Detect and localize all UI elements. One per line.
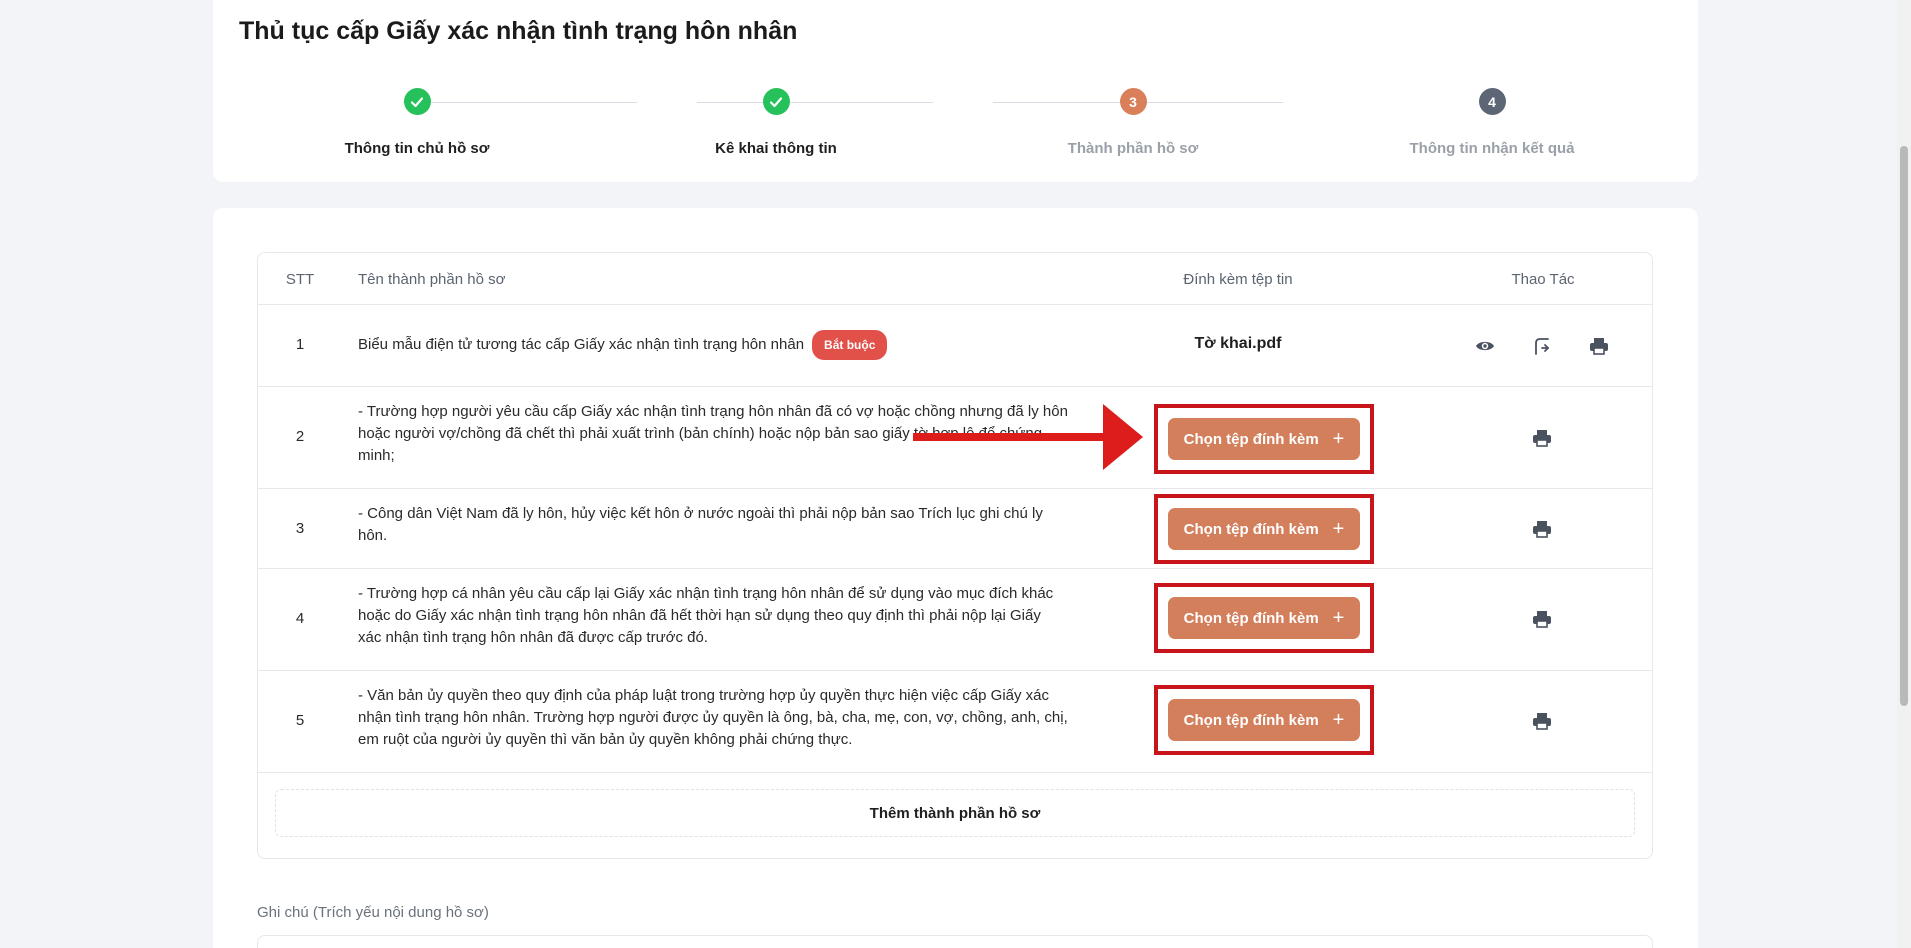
highlight-box: Chọn tệp đính kèm + bbox=[1154, 583, 1374, 653]
documents-table: STT Tên thành phần hồ sơ Đính kèm tệp ti… bbox=[257, 252, 1653, 859]
row-name: - Công dân Việt Nam đã ly hôn, hủy việc … bbox=[358, 505, 1043, 544]
note-input[interactable] bbox=[257, 935, 1653, 948]
row-stt: 2 bbox=[295, 428, 305, 445]
step-number: 3 bbox=[1119, 88, 1147, 115]
step-label: Thành phần hồ sơ bbox=[1067, 140, 1199, 157]
choose-file-label: Chọn tệp đính kèm bbox=[1183, 520, 1319, 538]
required-badge: Bắt buộc bbox=[812, 330, 888, 360]
highlight-box: Chọn tệp đính kèm + bbox=[1154, 494, 1374, 564]
add-document-button[interactable]: Thêm thành phần hồ sơ bbox=[275, 789, 1635, 837]
row-divider bbox=[258, 772, 1652, 773]
highlight-box: Chọn tệp đính kèm + bbox=[1154, 685, 1374, 755]
plus-icon: + bbox=[1332, 606, 1345, 629]
step-label: Kê khai thông tin bbox=[715, 140, 837, 157]
step-4[interactable]: 4 Thông tin nhận kết quả bbox=[1342, 88, 1642, 157]
choose-file-button[interactable]: Chọn tệp đính kèm + bbox=[1168, 508, 1360, 550]
choose-file-label: Chọn tệp đính kèm bbox=[1183, 609, 1319, 627]
row-stt: 1 bbox=[295, 336, 305, 353]
row-name-text: Biểu mẫu điện tử tương tác cấp Giấy xác … bbox=[358, 335, 805, 353]
step-1[interactable]: Thông tin chủ hồ sơ bbox=[267, 88, 567, 157]
plus-icon: + bbox=[1332, 517, 1345, 540]
step-label: Thông tin chủ hồ sơ bbox=[344, 140, 490, 157]
printer-icon[interactable] bbox=[1528, 515, 1556, 543]
table-row: 1 Biểu mẫu điện tử tương tác cấp Giấy xá… bbox=[258, 305, 1652, 387]
table-row: 3 - Công dân Việt Nam đã ly hôn, hủy việ… bbox=[258, 489, 1652, 569]
note-label: Ghi chú (Trích yếu nội dung hồ sơ) bbox=[257, 904, 489, 921]
header-stt: STT bbox=[285, 271, 315, 288]
table-row: 5 - Văn bản ủy quyền theo quy định của p… bbox=[258, 671, 1652, 773]
step-3[interactable]: 3 Thành phần hồ sơ bbox=[983, 88, 1283, 157]
printer-icon[interactable] bbox=[1528, 707, 1556, 735]
table-header: STT Tên thành phần hồ sơ Đính kèm tệp ti… bbox=[258, 253, 1652, 305]
attached-file-link[interactable]: Tờ khai.pdf bbox=[1118, 335, 1358, 353]
row-stt: 4 bbox=[295, 610, 305, 627]
printer-icon[interactable] bbox=[1585, 332, 1613, 360]
table-row: 4 - Trường hợp cá nhân yêu cầu cấp lại G… bbox=[258, 569, 1652, 671]
choose-file-button[interactable]: Chọn tệp đính kèm + bbox=[1168, 418, 1360, 460]
header-name: Tên thành phần hồ sơ bbox=[358, 271, 506, 288]
choose-file-label: Chọn tệp đính kèm bbox=[1183, 711, 1319, 729]
row-name: - Văn bản ủy quyền theo quy định của phá… bbox=[358, 687, 1068, 748]
check-icon bbox=[403, 88, 431, 115]
header-attach: Đính kèm tệp tin bbox=[1183, 271, 1293, 288]
scrollbar-thumb[interactable] bbox=[1900, 146, 1908, 706]
page-title: Thủ tục cấp Giấy xác nhận tình trạng hôn… bbox=[239, 17, 798, 45]
check-icon bbox=[762, 88, 790, 115]
highlight-box: Chọn tệp đính kèm + bbox=[1154, 404, 1374, 474]
step-label: Thông tin nhận kết quả bbox=[1409, 140, 1575, 157]
stepper: Thông tin chủ hồ sơ Kê khai thông tin 3 … bbox=[213, 88, 1698, 158]
plus-icon: + bbox=[1332, 427, 1345, 450]
printer-icon[interactable] bbox=[1528, 424, 1556, 452]
header-card: Thủ tục cấp Giấy xác nhận tình trạng hôn… bbox=[213, 0, 1698, 182]
documents-card: STT Tên thành phần hồ sơ Đính kèm tệp ti… bbox=[213, 208, 1698, 948]
plus-icon: + bbox=[1332, 708, 1345, 731]
step-number: 4 bbox=[1478, 88, 1506, 115]
signature-icon[interactable] bbox=[1528, 332, 1556, 360]
row-name: - Trường hợp cá nhân yêu cầu cấp lại Giấ… bbox=[358, 585, 1054, 646]
scrollbar[interactable] bbox=[1897, 0, 1911, 948]
choose-file-label: Chọn tệp đính kèm bbox=[1183, 430, 1319, 448]
choose-file-button[interactable]: Chọn tệp đính kèm + bbox=[1168, 597, 1360, 639]
eye-icon[interactable] bbox=[1471, 332, 1499, 360]
step-2[interactable]: Kê khai thông tin bbox=[626, 88, 926, 157]
row-stt: 5 bbox=[295, 712, 305, 729]
annotation-arrow-icon bbox=[913, 404, 1143, 470]
printer-icon[interactable] bbox=[1528, 605, 1556, 633]
row-name: Biểu mẫu điện tử tương tác cấp Giấy xác … bbox=[358, 330, 1068, 360]
header-actions: Thao Tác bbox=[1511, 271, 1575, 288]
row-stt: 3 bbox=[295, 520, 305, 537]
choose-file-button[interactable]: Chọn tệp đính kèm + bbox=[1168, 699, 1360, 741]
